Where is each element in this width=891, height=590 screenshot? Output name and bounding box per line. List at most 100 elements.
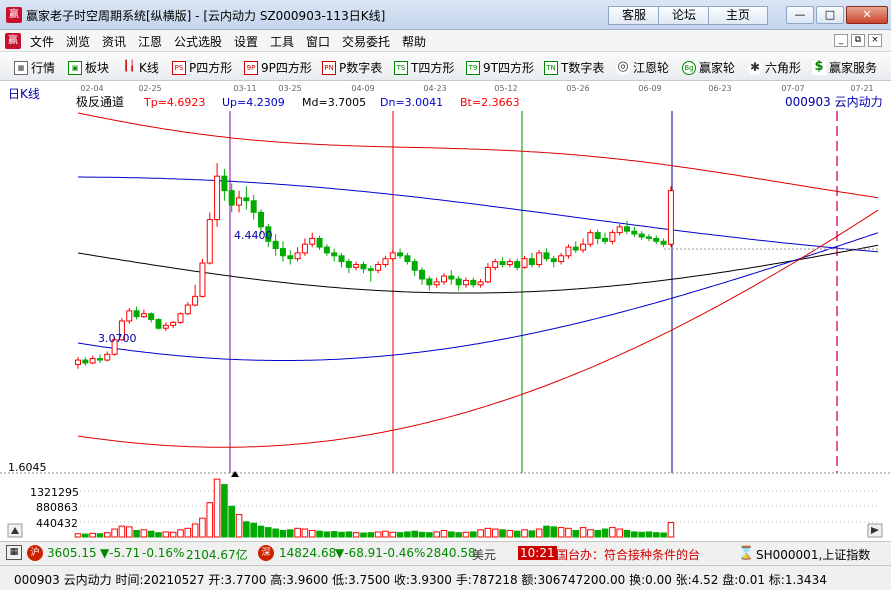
tool-hexagon[interactable]: ✱ 六角形 [748,59,801,76]
mdi-close-button[interactable]: × [868,34,882,47]
candle-body [206,219,213,264]
tool-winner-wheel[interactable]: Bg 赢家轮 [682,59,735,76]
blocks-icon: ▣ [68,60,82,75]
tool-9t-square[interactable]: T9 9T四方形 [466,59,534,76]
candle-body [624,226,630,232]
forum-button[interactable]: 论坛 [658,6,710,25]
tool-gann-wheel-label: 江恩轮 [633,61,670,75]
menu-window[interactable]: 窗口 [306,33,330,50]
tool-t-table[interactable]: TN T数字表 [544,59,604,76]
date-tick-label: 02-04 [80,84,103,93]
tool-quotes[interactable]: ▦ 行情 [14,59,55,76]
volume-bar [462,531,470,538]
indicator-dn: Dn=3.0041 [380,96,443,109]
volume-bar [601,528,609,538]
tool-t-square[interactable]: TS T四方形 [394,59,454,76]
volume-bar [103,532,111,538]
tool-service[interactable]: $ 赢家服务 [812,59,877,76]
volume-bar [184,527,192,538]
indicator-name: 极反通道 [76,95,124,109]
date-tick-label: 07-21 [850,84,873,93]
close-button[interactable]: ✕ [846,6,888,24]
chart-area[interactable]: 02-04 02-25 03-11 03-25 04-09 04-23 05-12 05-26… [0,81,891,541]
stock-label: 000903 云内动力 [785,95,883,109]
menu-trade[interactable]: 交易委托 [342,33,390,50]
menu-tools[interactable]: 工具 [270,33,294,50]
volume-bar [594,529,602,538]
title-bar: 赢 赢家老子时空周期系统[纵横版] - [云内动力 SZ000903-113日K… [0,0,891,30]
date-tick-label: 02-25 [138,84,161,93]
homepage-button[interactable]: 主页 [708,6,768,25]
menu-logo-icon: 赢 [5,33,21,49]
sh-index-pct: -0.16% [142,546,185,560]
volume-bar [243,521,250,538]
candle-body [397,252,404,257]
tool-kline-label: K线 [139,61,159,75]
volume-bar [294,527,301,538]
candle-body [536,252,543,265]
candle-body [602,237,609,242]
tool-p-table[interactable]: PN P数字表 [322,59,382,76]
toolbar: ▦ 行情 ▣ 板块 ┃╽ K线 PS P四方形 9P 9P四方形 PN P数字表… [0,53,891,81]
tool-sectors-label: 板块 [85,61,110,75]
tool-hexagon-label: 六角形 [765,61,802,75]
candle-body [89,358,96,364]
maximize-button[interactable]: □ [816,6,844,24]
kline-chart[interactable]: 02-04 02-25 03-11 03-25 04-09 04-23 05-12 05-26… [0,81,891,541]
candle-body [382,258,389,265]
volume-bar [440,529,448,538]
quote-detail-text: 000903 云内动力 时间:20210527 开:3.7700 高:3.960… [14,573,827,587]
volume-bar [286,529,294,538]
volume-bar [609,527,616,538]
volume-bar [499,529,506,538]
date-tick-label: 06-23 [708,84,731,93]
minimize-button[interactable]: — [786,6,814,24]
volume-bar [404,531,411,538]
menu-formula[interactable]: 公式选股 [174,33,222,50]
tool-p-square[interactable]: PS P四方形 [172,59,232,76]
grid-small-icon[interactable]: ▦ [6,545,22,560]
candle-body [419,269,426,280]
volume-bar [301,528,309,538]
candle-body [572,246,579,251]
menu-browse[interactable]: 浏览 [66,33,90,50]
volume-bar [528,530,536,538]
tool-9p-square[interactable]: 9P 9P四方形 [244,59,312,76]
volume-bar [191,523,199,538]
menu-info[interactable]: 资讯 [102,33,126,50]
menu-settings[interactable]: 设置 [234,33,258,50]
menu-help[interactable]: 帮助 [402,33,426,50]
candle-body [462,279,469,286]
currency-label: 美元 [472,548,497,562]
date-tick-label: 03-25 [278,84,301,93]
candle-body [426,278,433,286]
grid-icon: ▦ [14,60,28,75]
candle-body [133,310,140,318]
volume-bar [147,530,155,538]
tool-sectors[interactable]: ▣ 板块 [68,59,109,76]
menu-gann[interactable]: 江恩 [138,33,162,50]
candle-body [316,237,323,248]
mdi-restore-button[interactable]: ⧉ [851,34,865,47]
indicator-bt: Bt=2.3663 [460,96,520,109]
volume-bar [572,529,580,538]
candle-body [272,240,279,250]
tool-kline[interactable]: ┃╽ K线 [122,59,159,76]
tool-t-square-label: T四方形 [411,61,455,75]
menu-file[interactable]: 文件 [30,33,54,50]
indicator-up: Up=4.2309 [222,96,285,109]
news-ticker[interactable]: 国台办：符合接种条件的台 [556,546,730,563]
candle-body [411,261,418,271]
volume-bar [382,530,389,538]
ts-icon: TS [394,60,408,75]
volume-bar [316,530,323,538]
date-tick-label: 04-09 [351,84,374,93]
volume-bar [228,505,236,538]
index-name[interactable]: SH000001,上证指数 [756,546,870,563]
mdi-minimize-button[interactable]: _ [834,34,848,47]
tool-gann-wheel[interactable]: ◎ 江恩轮 [616,59,669,76]
service-button[interactable]: 客服 [608,6,660,25]
candle-body [148,313,155,321]
gann-wheel-icon: ◎ [616,58,630,75]
candle-body [367,268,374,271]
